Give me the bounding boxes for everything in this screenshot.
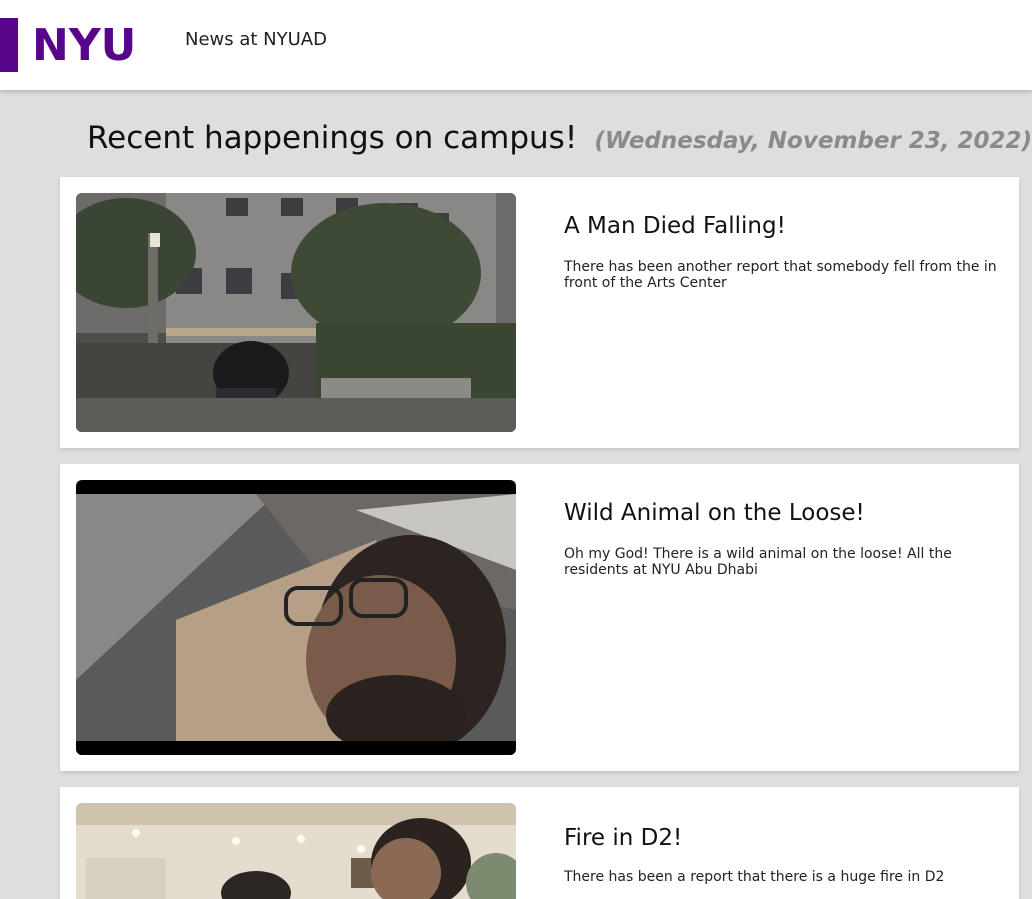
article-title[interactable]: Fire in D2!	[564, 825, 682, 851]
article-card[interactable]: Fire in D2! There has been a report that…	[60, 787, 1019, 899]
courtyard-photo	[76, 193, 516, 432]
page-date: (Wednesday, November 23, 2022)	[594, 128, 1032, 154]
site-header: NYU News at NYUAD	[0, 0, 1032, 90]
article-thumbnail[interactable]	[76, 193, 516, 432]
dining-hall-photo	[76, 803, 516, 899]
selfie-photo	[76, 480, 516, 755]
article-description: Oh my God! There is a wild animal on the…	[564, 546, 952, 578]
news-at-nyuad-link[interactable]: News at NYUAD	[185, 29, 327, 50]
logo-torch-square	[0, 18, 18, 72]
article-thumbnail[interactable]	[76, 803, 516, 899]
article-card[interactable]: A Man Died Falling! There has been anoth…	[60, 177, 1019, 448]
article-thumbnail[interactable]	[76, 480, 516, 755]
article-card[interactable]: Wild Animal on the Loose! Oh my God! The…	[60, 464, 1019, 771]
page-heading: Recent happenings on campus! (Wednesday,…	[87, 118, 1032, 156]
article-description: There has been a report that there is a …	[564, 869, 945, 885]
page-title: Recent happenings on campus!	[87, 120, 578, 156]
article-title[interactable]: A Man Died Falling!	[564, 213, 786, 239]
nyu-logo[interactable]: NYU	[0, 18, 136, 72]
article-title[interactable]: Wild Animal on the Loose!	[564, 500, 865, 526]
logo-text: NYU	[32, 19, 137, 71]
article-description: There has been another report that someb…	[564, 259, 997, 291]
